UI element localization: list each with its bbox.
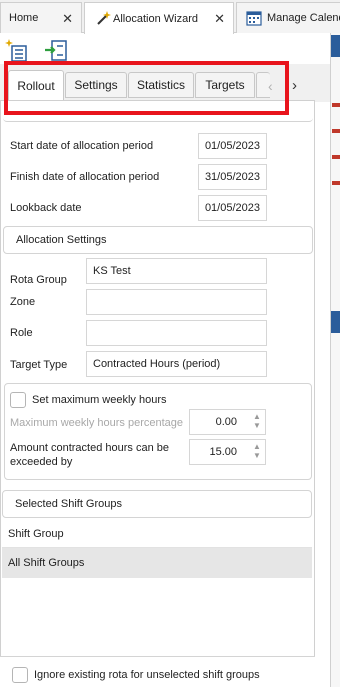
tab-rollout-label: Rollout (17, 78, 55, 93)
allocation-settings-header: Allocation Settings (3, 226, 313, 254)
close-icon[interactable]: ✕ (62, 11, 73, 27)
ignore-rota-checkbox[interactable] (12, 667, 28, 683)
tab-manage-calendar-label: Manage Calenda (267, 12, 340, 24)
exceed-hours-field[interactable]: 15.00 ▲ ▼ (189, 439, 266, 465)
tab-targets[interactable]: Targets (195, 72, 255, 98)
magic-wand-icon (97, 11, 111, 25)
footer-bar: Ignore existing rota for unselected shif… (0, 656, 315, 687)
shift-group-column-header[interactable]: Shift Group (2, 520, 312, 548)
lookback-date-field[interactable]: 01/05/2023 (198, 195, 267, 221)
dates-section-header (3, 102, 313, 122)
spinner-icon[interactable]: ▲ ▼ (251, 412, 263, 434)
lookback-date-label: Lookback date (10, 202, 82, 214)
wizard-tab-strip: Rollout Settings Statistics Targets ‹ › (0, 64, 330, 102)
max-weekly-pct-value: 0.00 (215, 416, 237, 428)
zone-field[interactable] (86, 289, 267, 315)
exceed-label-line2: exceeded by (10, 456, 73, 468)
list-item[interactable]: All Shift Groups (2, 548, 312, 578)
tab-settings[interactable]: Settings (65, 72, 127, 98)
exceed-label-line1: Amount contracted hours can be (10, 442, 169, 454)
spinner-icon[interactable]: ▲ ▼ (251, 442, 263, 464)
right-panel-edge (330, 33, 340, 687)
chevron-right-icon[interactable]: › (292, 77, 297, 94)
close-icon[interactable]: ✕ (214, 11, 225, 27)
start-date-field[interactable]: 01/05/2023 (198, 133, 267, 159)
rota-group-label: Rota Group (10, 274, 67, 286)
tab-targets-label: Targets (205, 78, 245, 92)
exceed-hours-value: 15.00 (209, 446, 237, 458)
document-tab-bar: Home ✕ Allocation Wizard ✕ Manage Calend… (0, 0, 340, 34)
tab-allocation-wizard-label: Allocation Wizard (113, 12, 198, 25)
tab-allocation-wizard[interactable]: Allocation Wizard ✕ (84, 2, 234, 34)
right-panel-header (331, 35, 340, 57)
selected-shift-groups-header: Selected Shift Groups (2, 490, 312, 518)
tab-manage-calendar[interactable]: Manage Calenda (236, 2, 340, 33)
role-field[interactable] (86, 320, 267, 346)
target-type-field[interactable]: Contracted Hours (period) (86, 351, 267, 377)
tab-statistics[interactable]: Statistics (128, 72, 194, 98)
import-icon[interactable] (44, 38, 68, 62)
tab-home-label: Home (9, 12, 39, 24)
tab-settings-label: Settings (74, 78, 118, 92)
calendar-icon (246, 11, 262, 26)
right-panel-header (331, 311, 340, 333)
finish-date-field[interactable]: 31/05/2023 (198, 164, 267, 190)
tab-rollout[interactable]: Rollout (8, 70, 64, 100)
ignore-rota-label: Ignore existing rota for unselected shif… (34, 669, 260, 681)
status-marker (332, 155, 340, 159)
max-weekly-pct-field[interactable]: 0.00 ▲ ▼ (189, 409, 266, 435)
new-allocation-icon[interactable] (4, 38, 28, 62)
set-max-weekly-label: Set maximum weekly hours (32, 394, 167, 406)
max-weekly-pct-label: Maximum weekly hours percentage (10, 417, 184, 429)
finish-date-label: Finish date of allocation period (10, 171, 160, 183)
tab-statistics-label: Statistics (136, 78, 185, 92)
role-label: Role (10, 327, 33, 339)
status-marker (332, 181, 340, 185)
zone-label: Zone (10, 296, 36, 308)
status-marker (332, 103, 340, 107)
set-max-weekly-checkbox[interactable] (10, 392, 26, 408)
target-type-label: Target Type (10, 359, 68, 371)
start-date-label: Start date of allocation period (10, 140, 154, 152)
status-marker (332, 129, 340, 133)
tab-home[interactable]: Home ✕ (0, 2, 82, 33)
chevron-left-icon[interactable]: ‹ (268, 78, 273, 94)
weekly-hours-group: Set maximum weekly hours Maximum weekly … (4, 383, 312, 480)
rota-group-field[interactable]: KS Test (86, 258, 267, 284)
toolbar (0, 34, 330, 64)
